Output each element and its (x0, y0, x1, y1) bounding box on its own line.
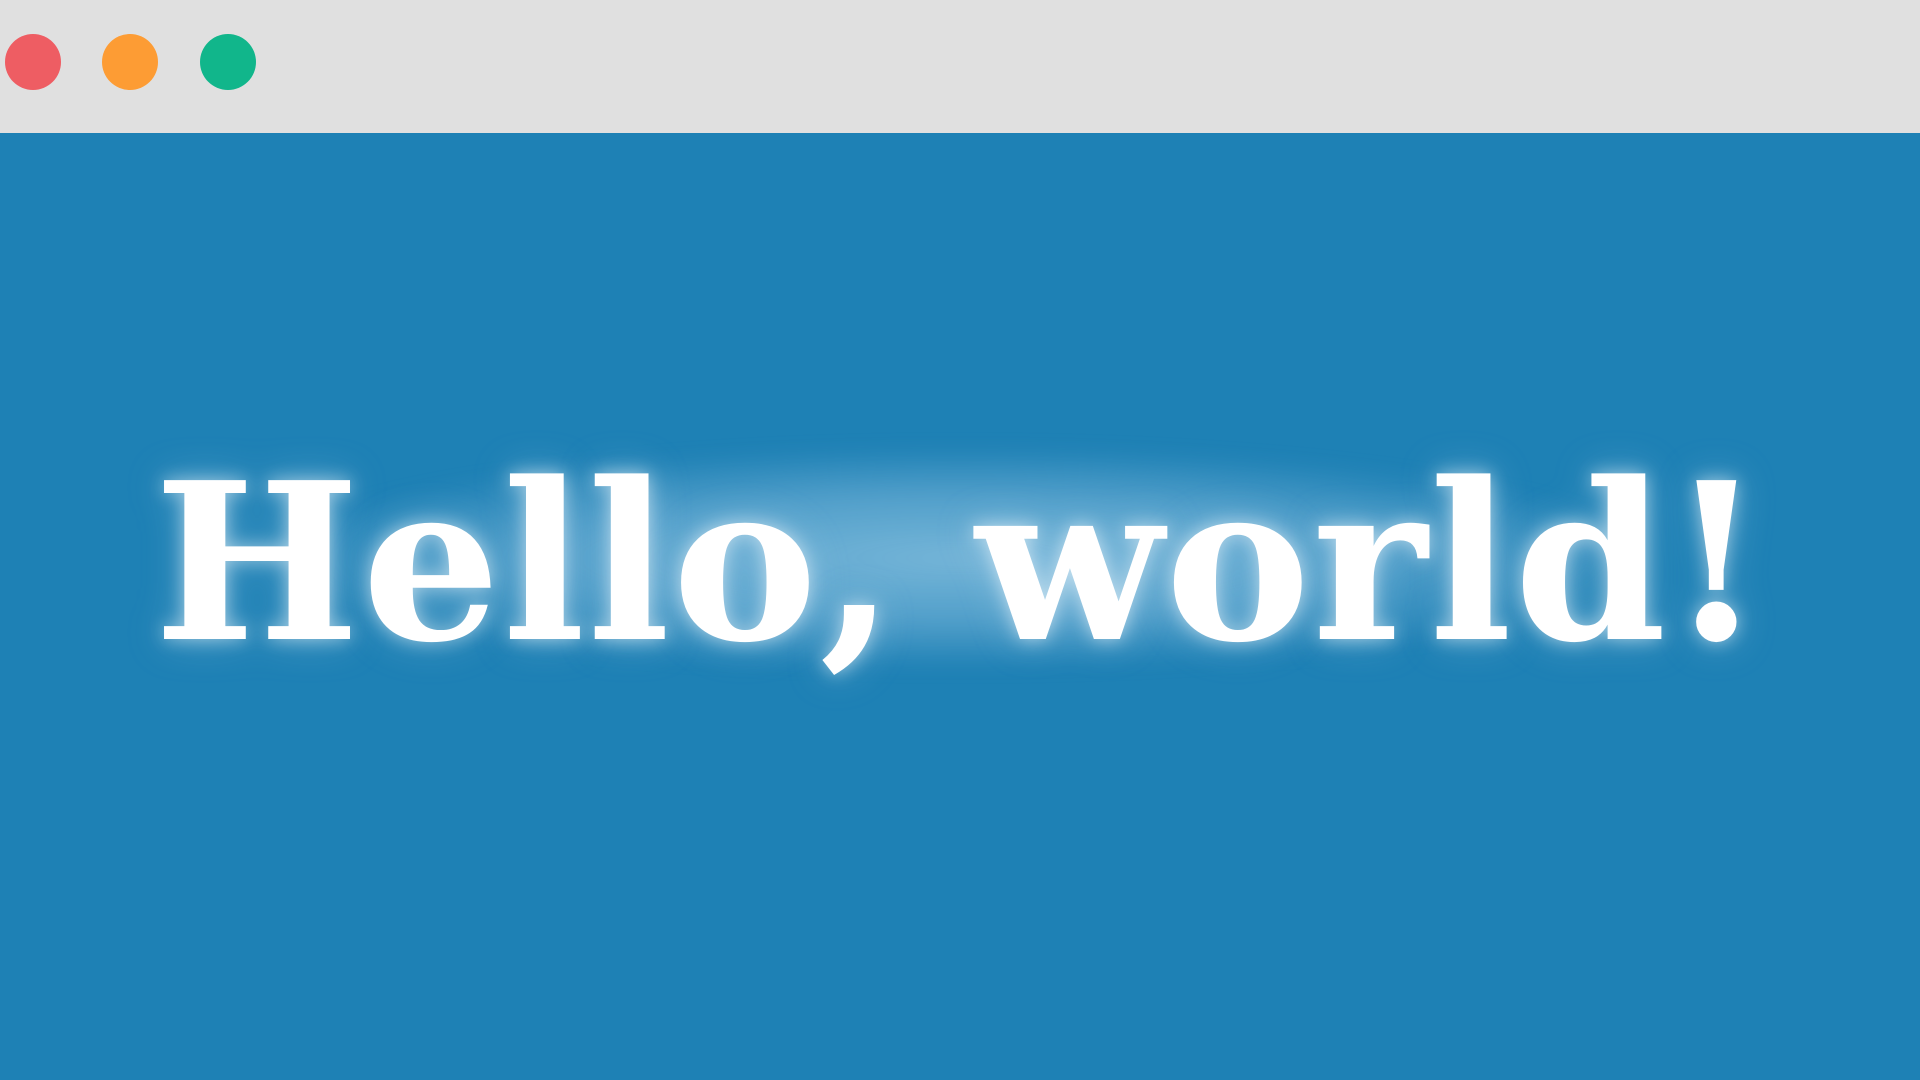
app-window: Hello, world! (0, 0, 1920, 1080)
headline-text: Hello, world! (153, 435, 1767, 691)
content-area: Hello, world! (0, 133, 1920, 1080)
minimize-window-button[interactable] (102, 34, 158, 90)
close-window-button[interactable] (5, 34, 61, 90)
title-bar (0, 0, 1920, 133)
maximize-window-button[interactable] (200, 34, 256, 90)
